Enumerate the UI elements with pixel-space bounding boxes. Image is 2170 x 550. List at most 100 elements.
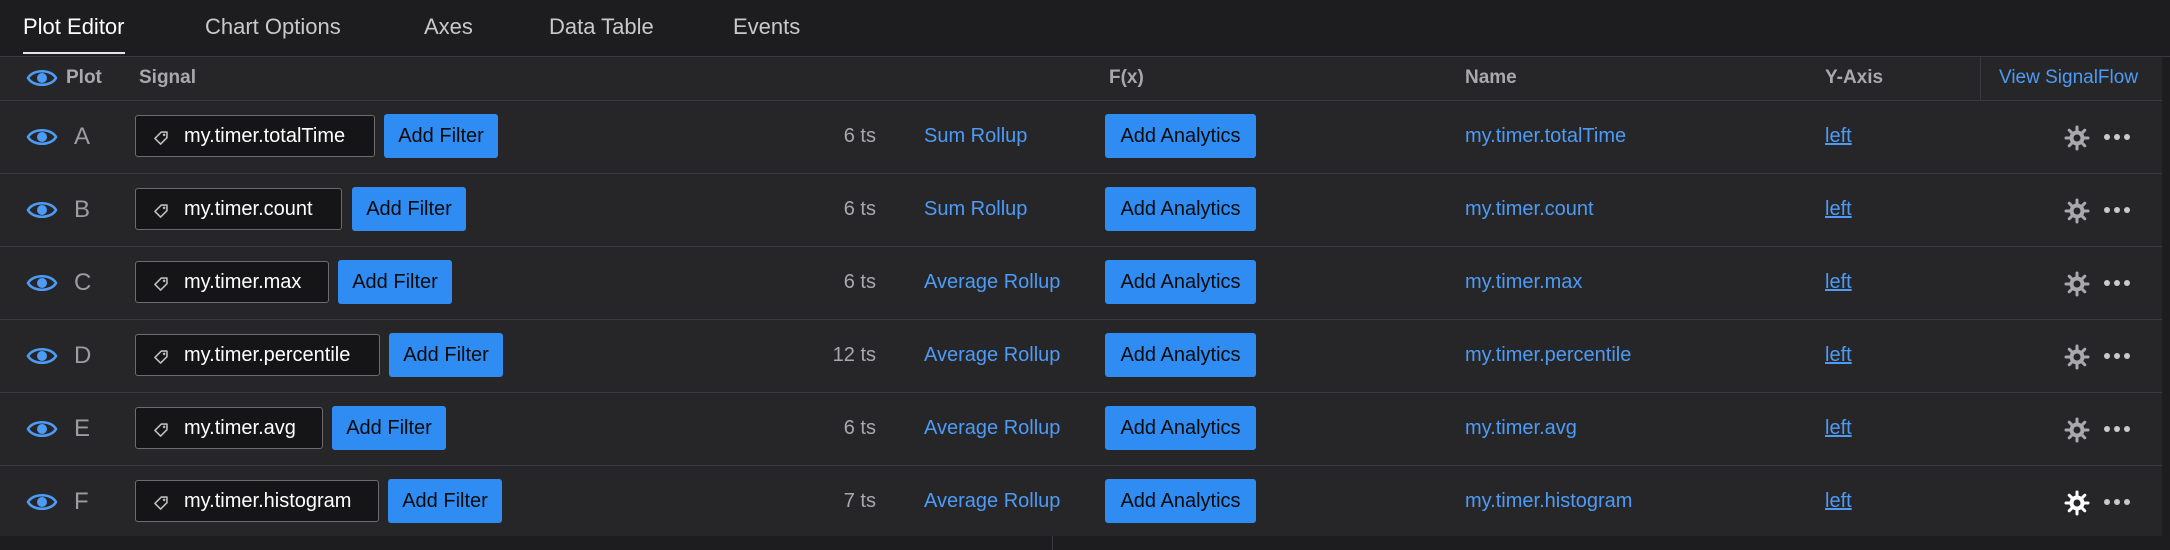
time-series-count: 6 ts [843, 271, 876, 293]
header-name: Name [1465, 67, 1517, 88]
plot-name-link[interactable]: my.timer.percentile [1465, 344, 1631, 367]
gear-icon[interactable] [2064, 490, 2090, 516]
tab-bar: Plot Editor Chart Options Axes Data Tabl… [0, 0, 2170, 57]
add-filter-button[interactable]: Add Filter [384, 114, 498, 158]
header-plot: Plot [66, 67, 102, 88]
rollup-link[interactable]: Average Rollup [924, 490, 1060, 513]
eye-icon[interactable] [26, 198, 58, 222]
add-filter-button[interactable]: Add Filter [352, 187, 466, 231]
signal-input[interactable]: my.timer.histogram [135, 480, 379, 522]
pane-divider [1052, 536, 1053, 550]
signal-value: my.timer.percentile [184, 344, 351, 366]
signal-value: my.timer.count [184, 198, 313, 220]
signal-value: my.timer.avg [184, 417, 296, 439]
tab-plot-editor[interactable]: Plot Editor [23, 14, 125, 54]
add-filter-button[interactable]: Add Filter [389, 333, 503, 377]
eye-icon[interactable] [26, 417, 58, 441]
plot-row-f: F my.timer.histogram Add Filter 7 ts Ave… [0, 466, 2162, 539]
signal-input[interactable]: my.timer.totalTime [135, 115, 375, 157]
y-axis-link[interactable]: left [1825, 344, 1852, 367]
gear-icon[interactable] [2064, 417, 2090, 443]
y-axis-link[interactable]: left [1825, 271, 1852, 294]
y-axis-link[interactable]: left [1825, 417, 1852, 440]
plot-rows: A my.timer.totalTime Add Filter 6 ts Sum… [0, 101, 2162, 539]
add-analytics-button[interactable]: Add Analytics [1105, 260, 1256, 304]
time-series-count: 7 ts [843, 490, 876, 512]
more-horizontal-icon[interactable] [2104, 353, 2132, 361]
signal-input[interactable]: my.timer.avg [135, 407, 323, 449]
footer-strip [0, 536, 2170, 550]
plot-table-header: Plot Signal F(x) Name Y-Axis View Signal… [0, 57, 2162, 101]
rollup-link[interactable]: Sum Rollup [924, 198, 1027, 221]
gear-icon[interactable] [2064, 198, 2090, 224]
rollup-link[interactable]: Average Rollup [924, 417, 1060, 440]
plot-name-link[interactable]: my.timer.totalTime [1465, 125, 1626, 148]
plot-row-a: A my.timer.totalTime Add Filter 6 ts Sum… [0, 101, 2162, 174]
tag-icon [154, 350, 168, 364]
signal-input[interactable]: my.timer.count [135, 188, 342, 230]
y-axis-link[interactable]: left [1825, 125, 1852, 148]
plot-name-link[interactable]: my.timer.max [1465, 271, 1582, 294]
more-horizontal-icon[interactable] [2104, 280, 2132, 288]
view-signalflow-container: View SignalFlow [1980, 57, 2163, 100]
header-fx: F(x) [1109, 67, 1144, 88]
signal-input[interactable]: my.timer.max [135, 261, 329, 303]
eye-icon[interactable] [26, 66, 58, 90]
plot-row-d: D my.timer.percentile Add Filter 12 ts A… [0, 320, 2162, 393]
add-filter-button[interactable]: Add Filter [332, 406, 446, 450]
tag-icon [154, 423, 168, 437]
more-horizontal-icon[interactable] [2104, 426, 2132, 434]
add-analytics-button[interactable]: Add Analytics [1105, 114, 1256, 158]
tag-icon [154, 204, 168, 218]
time-series-count: 6 ts [843, 198, 876, 220]
tab-events[interactable]: Events [733, 14, 800, 40]
plot-letter: F [74, 488, 89, 515]
plot-row-c: C my.timer.max Add Filter 6 ts Average R… [0, 247, 2162, 320]
signal-value: my.timer.max [184, 271, 302, 293]
add-analytics-button[interactable]: Add Analytics [1105, 333, 1256, 377]
add-analytics-button[interactable]: Add Analytics [1105, 479, 1256, 523]
y-axis-link[interactable]: left [1825, 198, 1852, 221]
view-signalflow-link[interactable]: View SignalFlow [1999, 67, 2138, 89]
add-analytics-button[interactable]: Add Analytics [1105, 187, 1256, 231]
plot-name-link[interactable]: my.timer.histogram [1465, 490, 1632, 513]
eye-icon[interactable] [26, 344, 58, 368]
time-series-count: 12 ts [832, 344, 876, 366]
add-analytics-button[interactable]: Add Analytics [1105, 406, 1256, 450]
rollup-link[interactable]: Average Rollup [924, 271, 1060, 294]
tab-chart-options[interactable]: Chart Options [205, 14, 341, 40]
rollup-link[interactable]: Average Rollup [924, 344, 1060, 367]
tag-icon [154, 131, 168, 145]
plot-name-link[interactable]: my.timer.count [1465, 198, 1594, 221]
tag-icon [154, 496, 168, 510]
signal-input[interactable]: my.timer.percentile [135, 334, 380, 376]
gear-icon[interactable] [2064, 344, 2090, 370]
add-filter-button[interactable]: Add Filter [388, 479, 502, 523]
plot-name-link[interactable]: my.timer.avg [1465, 417, 1577, 440]
tab-axes[interactable]: Axes [424, 14, 473, 40]
plot-row-e: E my.timer.avg Add Filter 6 ts Average R… [0, 393, 2162, 466]
plot-letter: C [74, 269, 92, 296]
more-horizontal-icon[interactable] [2104, 134, 2132, 142]
y-axis-link[interactable]: left [1825, 490, 1852, 513]
gear-icon[interactable] [2064, 125, 2090, 151]
more-horizontal-icon[interactable] [2104, 207, 2132, 215]
tab-data-table[interactable]: Data Table [549, 14, 654, 40]
plot-letter: E [74, 415, 91, 442]
plot-letter: D [74, 342, 92, 369]
signal-value: my.timer.histogram [184, 490, 352, 512]
plot-letter: A [74, 123, 91, 150]
time-series-count: 6 ts [843, 125, 876, 147]
add-filter-button[interactable]: Add Filter [338, 260, 452, 304]
rollup-link[interactable]: Sum Rollup [924, 125, 1027, 148]
time-series-count: 6 ts [843, 417, 876, 439]
eye-icon[interactable] [26, 125, 58, 149]
eye-icon[interactable] [26, 271, 58, 295]
plot-letter: B [74, 196, 91, 223]
gear-icon[interactable] [2064, 271, 2090, 297]
eye-icon[interactable] [26, 490, 58, 514]
header-y-axis: Y-Axis [1825, 67, 1884, 88]
signal-value: my.timer.totalTime [184, 125, 346, 147]
more-horizontal-icon[interactable] [2104, 499, 2132, 507]
plot-row-b: B my.timer.count Add Filter 6 ts Sum Rol… [0, 174, 2162, 247]
